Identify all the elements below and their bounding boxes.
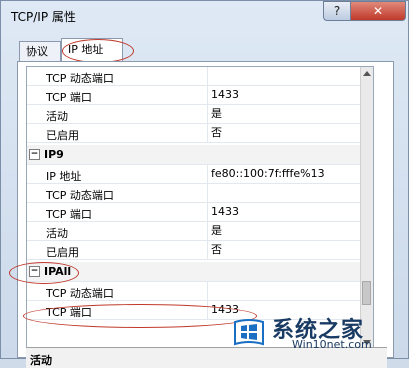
property-name: 活动 bbox=[46, 227, 68, 240]
property-row[interactable]: 活动 是 bbox=[27, 105, 373, 124]
property-value[interactable]: 否 bbox=[207, 124, 373, 142]
property-value[interactable]: 是 bbox=[207, 222, 373, 240]
property-grid: TCP 动态端口 TCP 端口 1433 活动 是 已启用 否 − IP9 IP bbox=[26, 66, 374, 350]
property-value[interactable]: fe80::100:7f:fffe%13 bbox=[207, 165, 373, 183]
vertical-scrollbar[interactable] bbox=[360, 67, 373, 349]
close-button[interactable]: ✕ bbox=[350, 1, 406, 21]
section-header-ip9[interactable]: − IP9 bbox=[27, 145, 373, 165]
dialog-title: TCP/IP 属性 bbox=[11, 10, 76, 24]
property-name: TCP 端口 bbox=[46, 208, 92, 221]
windows-logo-icon bbox=[234, 319, 264, 346]
property-value[interactable]: 否 bbox=[207, 241, 373, 259]
property-value[interactable]: 1433 bbox=[207, 203, 373, 221]
property-name: TCP 端口 bbox=[46, 306, 92, 319]
property-value[interactable] bbox=[207, 282, 373, 300]
watermark-site: Win10net.com bbox=[292, 338, 372, 351]
property-name: TCP 动态端口 bbox=[46, 189, 114, 202]
help-button[interactable]: ? bbox=[323, 1, 351, 21]
property-name: TCP 端口 bbox=[46, 91, 92, 104]
property-value[interactable]: 是 bbox=[207, 105, 373, 123]
tcpip-properties-dialog: TCP/IP 属性 ? ✕ 协议 IP 地址 TCP 动态端口 TCP 端口 1… bbox=[0, 0, 409, 368]
title-bar: TCP/IP 属性 ? ✕ bbox=[1, 1, 408, 31]
property-name: 活动 bbox=[46, 110, 68, 123]
property-value[interactable] bbox=[207, 184, 373, 202]
property-row[interactable]: TCP 端口 1433 bbox=[27, 86, 373, 105]
collapse-toggle-icon[interactable]: − bbox=[29, 149, 40, 160]
property-row[interactable]: TCP 端口 1433 bbox=[27, 203, 373, 222]
property-name: 已启用 bbox=[46, 246, 79, 259]
property-value[interactable] bbox=[207, 67, 373, 85]
tab-protocol[interactable]: 协议 bbox=[19, 41, 61, 61]
scroll-up-arrow-icon[interactable] bbox=[363, 71, 371, 76]
description-title: 活动 bbox=[30, 354, 52, 367]
property-row[interactable]: IP 地址 fe80::100:7f:fffe%13 bbox=[27, 165, 373, 184]
watermark: 系统之家 Win10net.com bbox=[232, 312, 402, 352]
property-name: TCP 动态端口 bbox=[46, 72, 114, 85]
property-row[interactable]: 活动 是 bbox=[27, 222, 373, 241]
tab-ip-address[interactable]: IP 地址 bbox=[61, 38, 123, 62]
section-label: IPAll bbox=[44, 265, 72, 278]
property-row[interactable]: 已启用 否 bbox=[27, 124, 373, 143]
section-header-ipall[interactable]: − IPAll bbox=[27, 262, 373, 282]
property-value[interactable]: 1433 bbox=[207, 86, 373, 104]
property-row[interactable]: 已启用 否 bbox=[27, 241, 373, 260]
collapse-toggle-icon[interactable]: − bbox=[29, 266, 40, 277]
property-name: 已启用 bbox=[46, 129, 79, 142]
property-row[interactable]: TCP 动态端口 bbox=[27, 282, 373, 301]
scroll-thumb[interactable] bbox=[362, 281, 371, 305]
section-label: IP9 bbox=[44, 148, 64, 161]
property-name: TCP 动态端口 bbox=[46, 287, 114, 300]
property-name: IP 地址 bbox=[46, 170, 82, 183]
property-row[interactable]: TCP 动态端口 bbox=[27, 184, 373, 203]
property-row[interactable]: TCP 动态端口 bbox=[27, 67, 373, 86]
